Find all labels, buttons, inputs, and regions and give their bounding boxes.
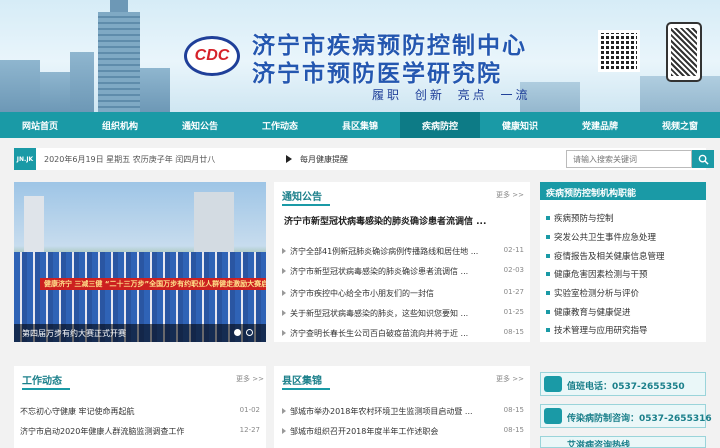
slider-dot-2[interactable] xyxy=(246,329,253,336)
duty-phone: 值班电话：0537-2655350 xyxy=(567,382,685,392)
nav-organization[interactable]: 组织机构 xyxy=(80,112,160,138)
duty-phone-box[interactable]: 值班电话：0537-2655350 xyxy=(540,372,706,396)
info-bar: JN.JK 2020年6月19日 星期五 农历庚子年 闰四月廿八 每月健康提醒 xyxy=(14,148,714,170)
bullet-icon xyxy=(282,310,286,316)
main-nav: 网站首页 组织机构 通知公告 工作动态 县区集锦 疾病防控 健康知识 党建品牌 … xyxy=(0,112,720,138)
search-icon xyxy=(698,154,709,165)
phone-icon xyxy=(544,408,562,424)
list-item[interactable]: 济宁全部41例新冠肺炎确诊病例传播路线和居住地 ... 02-11 xyxy=(274,244,530,260)
nav-home[interactable]: 网站首页 xyxy=(0,112,80,138)
skyline-building xyxy=(140,68,170,112)
photo-banner-text: 健康济宁 三减三健 “二十三万步”全国万步有约职业人群健走激励大赛启动仪式 xyxy=(40,278,266,290)
nav-party-brand[interactable]: 党建品牌 xyxy=(560,112,640,138)
bullet-icon xyxy=(546,216,550,220)
nav-notices[interactable]: 通知公告 xyxy=(160,112,240,138)
list-item[interactable]: 不忘初心守健康 牢记使命再起航 01-02 xyxy=(14,404,266,420)
bullet-icon xyxy=(282,248,286,254)
skyline-building xyxy=(40,72,70,112)
monthly-health-tip-link[interactable]: 每月健康提醒 xyxy=(300,154,348,165)
cdc-logo[interactable]: CDC xyxy=(184,36,240,76)
site-tag: JN.JK xyxy=(14,148,36,170)
slider-caption[interactable]: 第四届万步有约大赛正式开赛 xyxy=(22,328,126,339)
work-more-link[interactable]: 更多 >> xyxy=(236,374,264,384)
photo-building xyxy=(194,192,234,254)
functions-panel: 疾病预防控制机构职能 疾病预防与控制 突发公共卫生事件应急处理 疫情报告及相关健… xyxy=(540,182,706,342)
skyline-building xyxy=(0,60,40,112)
infectious-hotline: 传染病防制咨询：0537-2655316 xyxy=(567,414,712,424)
landmark-tower xyxy=(98,12,140,112)
bullet-icon xyxy=(282,330,286,336)
notice-more-link[interactable]: 更多 >> xyxy=(496,190,524,200)
county-highlights-panel: 县区集锦 更多 >> 邹城市举办2018年农村环境卫生监测项目启动暨 ... 08… xyxy=(274,366,530,448)
qr-code-icon xyxy=(598,30,640,72)
nav-health-knowledge[interactable]: 健康知识 xyxy=(480,112,560,138)
bullet-icon xyxy=(546,235,550,239)
list-item[interactable]: 济宁市疾控中心给全市小朋友们的一封信 01-27 xyxy=(274,286,530,302)
nav-work-news[interactable]: 工作动态 xyxy=(240,112,320,138)
bullet-icon xyxy=(546,291,550,295)
photo-building xyxy=(24,196,44,256)
aids-hotline: 艾滋病咨询热线 xyxy=(567,441,631,448)
functions-title: 疾病预防控制机构职能 xyxy=(540,182,706,200)
title-underline xyxy=(282,204,330,206)
bullet-icon xyxy=(282,408,286,414)
list-item[interactable]: 邹城市举办2018年农村环境卫生监测项目启动暨 ... 08-15 xyxy=(274,404,530,420)
search-input[interactable] xyxy=(566,150,692,168)
infectious-hotline-box[interactable]: 传染病防制咨询：0537-2655316 xyxy=(540,404,712,428)
phone-qr-code-icon xyxy=(666,22,702,82)
nav-disease-control[interactable]: 疾病防控 xyxy=(400,112,480,138)
header-banner: CDC 济宁市疾病预防控制中心 济宁市预防医学研究院 履职 创新 亮点 一流 xyxy=(0,0,720,112)
list-item[interactable]: 关于新型冠状病毒感染的肺炎，这些知识您要知 ... 01-25 xyxy=(274,306,530,322)
search-button[interactable] xyxy=(692,150,714,168)
title-underline xyxy=(282,388,330,390)
list-item[interactable]: 邹城市组织召开2018年度半年工作述职会 08-15 xyxy=(274,424,530,440)
current-date: 2020年6月19日 星期五 农历庚子年 闰四月廿八 xyxy=(44,155,216,164)
title-underline xyxy=(22,388,70,390)
notice-panel: 通知公告 更多 >> 济宁市新型冠状病毒感染的肺炎确诊患者流调信 ... 济宁全… xyxy=(274,182,530,342)
play-arrow-icon xyxy=(286,155,292,163)
nav-video[interactable]: 视频之窗 xyxy=(640,112,720,138)
site-title-2: 济宁市预防医学研究院 xyxy=(252,61,502,87)
bullet-icon xyxy=(282,290,286,296)
region-more-link[interactable]: 更多 >> xyxy=(496,374,524,384)
aids-hotline-box[interactable]: 艾滋病咨询热线 xyxy=(540,436,706,448)
county-highlights-title: 县区集锦 xyxy=(282,376,322,387)
list-item[interactable]: 济宁市启动2020年健康人群流脑监测调查工作 12-27 xyxy=(14,424,266,440)
nav-county-highlights[interactable]: 县区集锦 xyxy=(320,112,400,138)
work-news-panel: 工作动态 更多 >> 不忘初心守健康 牢记使命再起航 01-02 济宁市启动202… xyxy=(14,366,266,448)
bullet-icon xyxy=(546,310,550,314)
phone-icon xyxy=(544,376,562,392)
slider-caption-bar: 第四届万步有约大赛正式开赛 xyxy=(14,324,266,342)
bullet-icon xyxy=(546,254,550,258)
list-item[interactable]: 济宁查明长春长生公司百白破疫苗流向并将于近 ... 08-15 xyxy=(274,326,530,342)
skyline-building xyxy=(70,52,94,112)
work-news-title: 工作动态 xyxy=(22,376,62,387)
bullet-icon xyxy=(282,428,286,434)
list-item[interactable]: 济宁市新型冠状病毒感染的肺炎确诊患者流调信 ... 02-03 xyxy=(274,264,530,280)
notice-headline[interactable]: 济宁市新型冠状病毒感染的肺炎确诊患者流调信 ... xyxy=(284,214,524,227)
bullet-icon xyxy=(282,268,286,274)
slogan: 履职 创新 亮点 一流 xyxy=(372,88,531,102)
bullet-icon xyxy=(546,328,550,332)
bullet-icon xyxy=(546,272,550,276)
photo-slider[interactable]: 健康济宁 三减三健 “二十三万步”全国万步有约职业人群健走激励大赛启动仪式 xyxy=(14,182,266,342)
slider-dot-1[interactable] xyxy=(234,329,241,336)
notice-title: 通知公告 xyxy=(282,192,322,203)
